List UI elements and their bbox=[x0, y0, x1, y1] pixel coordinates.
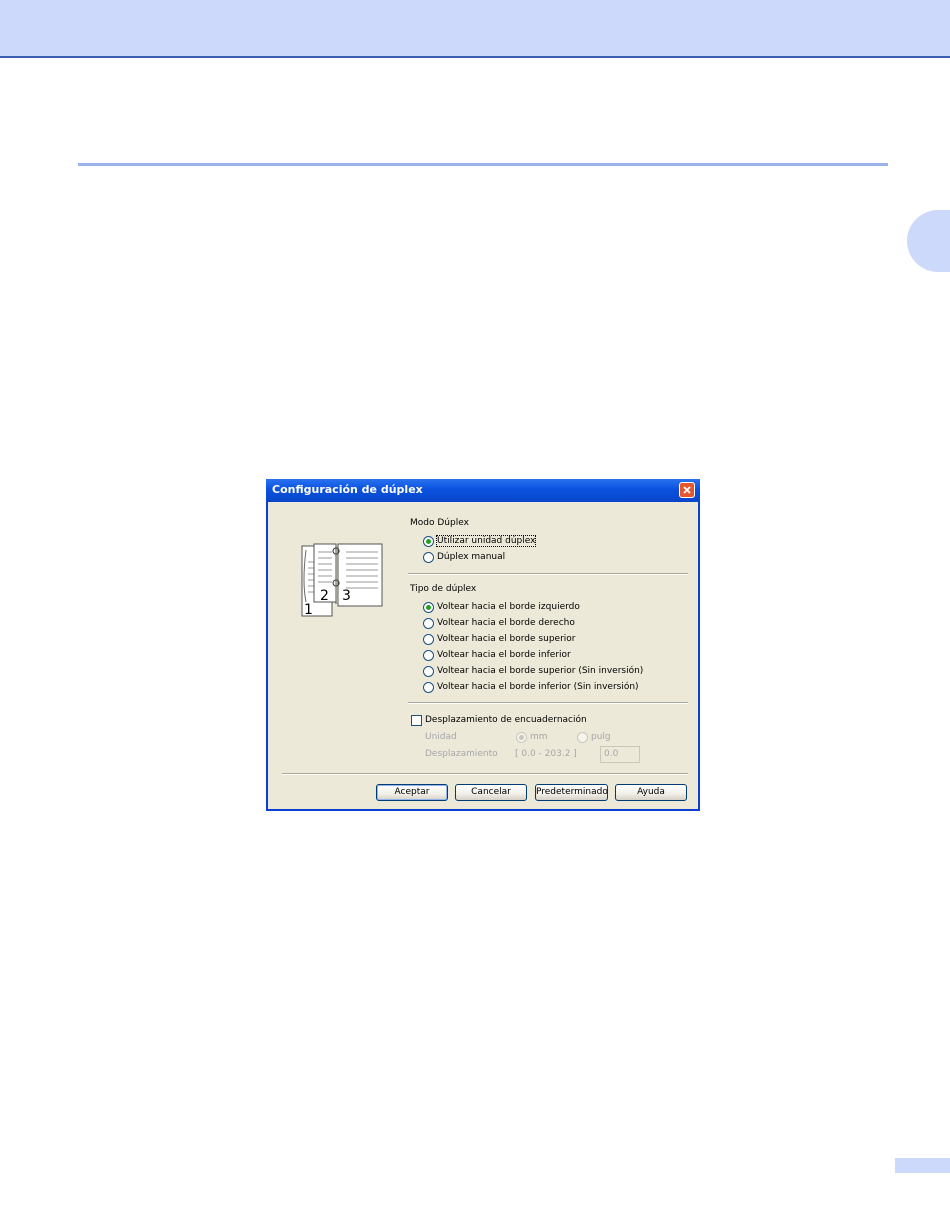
ok-button[interactable]: Aceptar bbox=[376, 784, 448, 801]
radio-use-duplex-unit-label[interactable]: Utilizar unidad dúplex bbox=[435, 535, 537, 547]
duplex-settings-dialog: Configuración de dúplex 1 2 3 Modo Dúple… bbox=[266, 479, 700, 811]
radio-flip-top-no-reverse-label[interactable]: Voltear hacia el borde superior (Sin inv… bbox=[437, 666, 643, 676]
default-button[interactable]: Predeterminado bbox=[535, 784, 608, 801]
radio-unit-mm[interactable] bbox=[516, 732, 527, 743]
close-icon bbox=[683, 486, 691, 494]
duplex-preview-icon: 1 2 3 bbox=[301, 543, 383, 618]
duplex-type-label: Tipo de dúplex bbox=[410, 584, 477, 594]
radio-unit-inch[interactable] bbox=[577, 732, 588, 743]
close-button[interactable] bbox=[679, 482, 695, 498]
radio-flip-right-edge[interactable] bbox=[423, 618, 434, 629]
separator bbox=[282, 773, 688, 775]
cancel-button[interactable]: Cancelar bbox=[455, 784, 527, 801]
binding-offset-checkbox[interactable] bbox=[411, 715, 422, 726]
dialog-titlebar: Configuración de dúplex bbox=[266, 479, 700, 502]
section-divider bbox=[78, 163, 888, 166]
radio-flip-top-edge-label[interactable]: Voltear hacia el borde superior bbox=[437, 634, 575, 644]
help-button[interactable]: Ayuda bbox=[615, 784, 687, 801]
radio-flip-right-edge-label[interactable]: Voltear hacia el borde derecho bbox=[437, 618, 575, 628]
radio-flip-top-no-reverse[interactable] bbox=[423, 666, 434, 677]
radio-unit-mm-label: mm bbox=[530, 732, 548, 742]
offset-value-input[interactable]: 0.0 bbox=[600, 746, 640, 763]
offset-label: Desplazamiento bbox=[425, 749, 498, 759]
separator bbox=[408, 573, 688, 575]
chapter-tab bbox=[907, 210, 950, 272]
unit-label: Unidad bbox=[425, 732, 457, 742]
duplex-mode-label: Modo Dúplex bbox=[410, 518, 469, 528]
binding-offset-label[interactable]: Desplazamiento de encuadernación bbox=[425, 715, 587, 725]
radio-manual-duplex-label[interactable]: Dúplex manual bbox=[437, 552, 505, 562]
radio-flip-left-edge-label[interactable]: Voltear hacia el borde izquierdo bbox=[437, 602, 580, 612]
separator bbox=[408, 702, 688, 704]
radio-flip-bottom-edge[interactable] bbox=[423, 650, 434, 661]
radio-manual-duplex[interactable] bbox=[423, 552, 434, 563]
radio-flip-bottom-no-reverse[interactable] bbox=[423, 682, 434, 693]
radio-flip-top-edge[interactable] bbox=[423, 634, 434, 645]
radio-unit-inch-label: pulg bbox=[591, 732, 611, 742]
preview-page-2: 2 bbox=[320, 588, 329, 604]
radio-use-duplex-unit[interactable] bbox=[423, 536, 434, 547]
page-number-box bbox=[895, 1158, 950, 1173]
offset-range: [ 0.0 - 203.2 ] bbox=[515, 749, 577, 759]
dialog-title: Configuración de dúplex bbox=[272, 483, 423, 496]
preview-page-1: 1 bbox=[304, 602, 313, 618]
preview-page-3: 3 bbox=[342, 588, 351, 604]
radio-flip-bottom-no-reverse-label[interactable]: Voltear hacia el borde inferior (Sin inv… bbox=[437, 682, 639, 692]
radio-flip-bottom-edge-label[interactable]: Voltear hacia el borde inferior bbox=[437, 650, 571, 660]
page-header-band bbox=[0, 0, 950, 58]
radio-flip-left-edge[interactable] bbox=[423, 602, 434, 613]
